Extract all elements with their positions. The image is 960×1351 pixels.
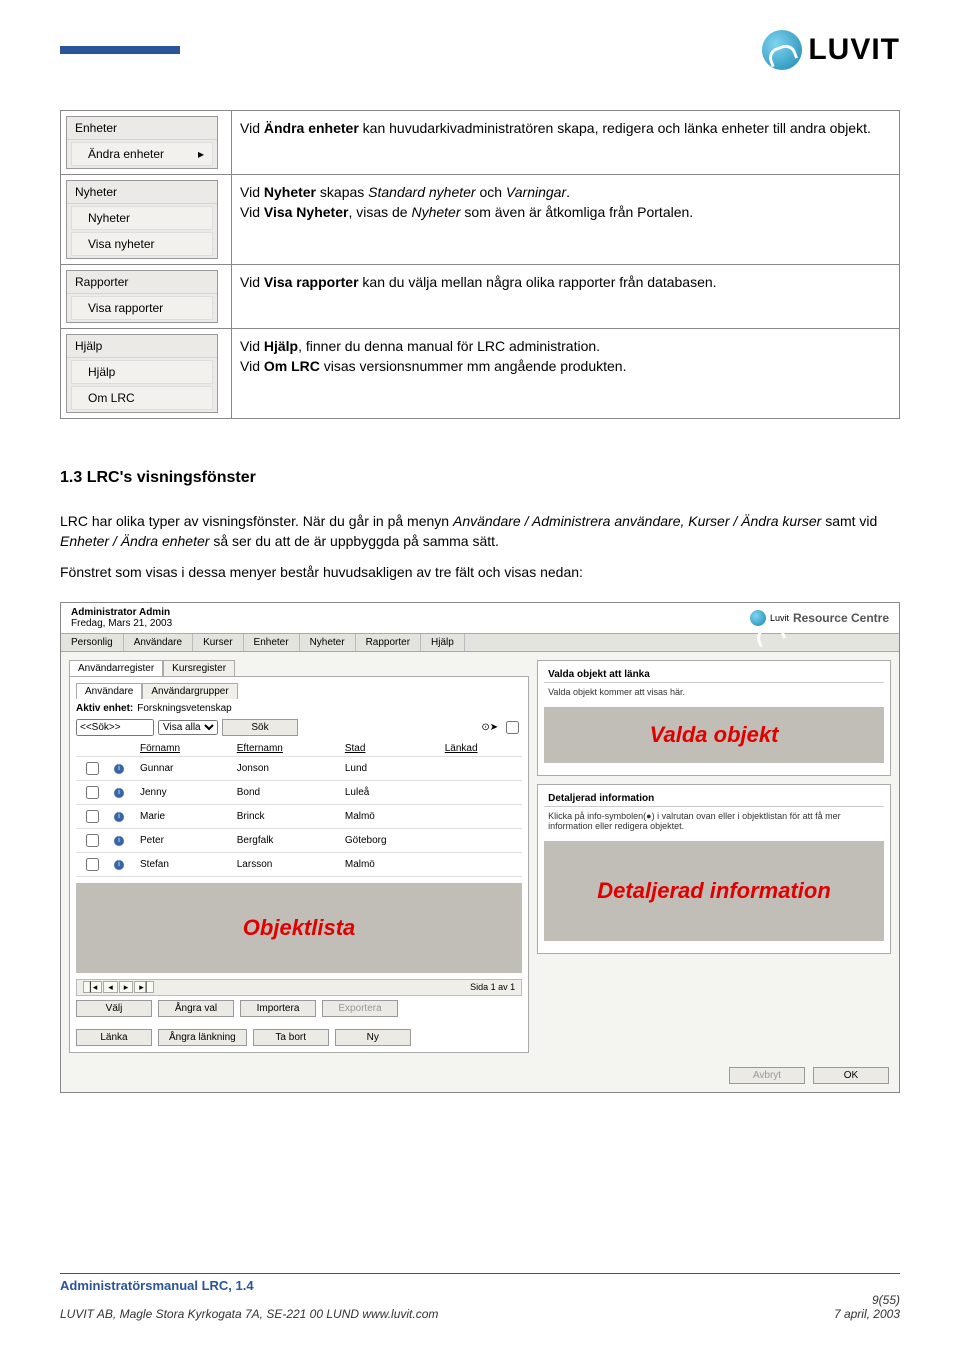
row-checkbox[interactable]	[86, 762, 99, 775]
info-icon[interactable]: i	[114, 812, 124, 822]
menu-description: Vid Nyheter skapas Standard nyheter och …	[232, 175, 900, 265]
paragraph: Fönstret som visas i dessa menyer består…	[60, 562, 900, 582]
menu-description: Vid Ändra enheter kan huvudarkivadminist…	[232, 111, 900, 175]
footer-address: LUVIT AB, Magle Stora Kyrkogata 7A, SE-2…	[60, 1307, 438, 1321]
info-icon[interactable]: i	[114, 836, 124, 846]
top-tab[interactable]: Kurser	[193, 634, 243, 651]
menu-header: Enheter	[67, 117, 217, 140]
info-icon[interactable]: i	[114, 764, 124, 774]
key-icon: ⊙➤	[481, 722, 498, 733]
info-icon[interactable]: i	[114, 788, 124, 798]
chevron-right-icon: ▸	[198, 147, 204, 161]
pager-buttons[interactable]: ⎮◂◂▸▸⎮	[83, 982, 155, 993]
top-tab[interactable]: Användare	[124, 634, 193, 651]
detaljerad-text: Klicka på info-symbolen(●) i valrutan ov…	[544, 807, 884, 835]
menu-header: Hjälp	[67, 335, 217, 358]
paragraph: LRC har olika typer av visningsfönster. …	[60, 511, 900, 552]
valda-objekt-label: Valda objekt	[650, 722, 779, 748]
action-button[interactable]: Ångra länkning	[158, 1029, 247, 1046]
valda-objekt-text: Valda objekt kommer att visas här.	[544, 683, 884, 701]
objektlista-label: Objektlista	[243, 915, 355, 941]
detaljerad-header: Detaljerad information	[544, 791, 884, 807]
logo-text: LUVIT	[808, 33, 900, 67]
table-header[interactable]: Efternamn	[231, 741, 339, 757]
menu-item[interactable]: Visa nyheter	[71, 232, 213, 256]
ok-button[interactable]: OK	[813, 1067, 889, 1084]
top-tab[interactable]: Hjälp	[421, 634, 465, 651]
table-header[interactable]: Stad	[339, 741, 439, 757]
action-button[interactable]: Länka	[76, 1029, 152, 1046]
footer-title: Administratörsmanual LRC, 1.4	[60, 1278, 900, 1293]
top-tab[interactable]: Nyheter	[300, 634, 356, 651]
menu-item[interactable]: Hjälp	[71, 360, 213, 384]
avbryt-button[interactable]: Avbryt	[729, 1067, 805, 1084]
table-row[interactable]: iJennyBondLuleå	[76, 780, 522, 804]
page-footer: Administratörsmanual LRC, 1.4 9(55) LUVI…	[0, 1273, 960, 1351]
menu-item[interactable]: Om LRC	[71, 386, 213, 410]
resource-centre-label: Resource Centre	[793, 611, 889, 625]
admin-name: Administrator Admin	[71, 607, 172, 618]
action-button[interactable]: Importera	[240, 1000, 316, 1017]
top-tab[interactable]: Rapporter	[356, 634, 421, 651]
sok-button[interactable]: Sök	[222, 719, 298, 736]
action-button[interactable]: Välj	[76, 1000, 152, 1017]
row-checkbox[interactable]	[86, 810, 99, 823]
register-tab[interactable]: Användarregister	[69, 660, 163, 676]
menu-item[interactable]: Nyheter	[71, 206, 213, 230]
luvit-logo: LUVIT	[762, 30, 900, 70]
section-heading: 1.3 LRC's visningsfönster	[60, 469, 900, 487]
visa-alla-select[interactable]: Visa alla	[158, 720, 218, 735]
action-button[interactable]: Ny	[335, 1029, 411, 1046]
aktiv-enhet-value: Forskningsvetenskap	[137, 703, 232, 714]
pager-label: Sida 1 av 1	[470, 982, 515, 992]
aktiv-enhet-label: Aktiv enhet:	[76, 703, 133, 714]
globe-icon	[750, 610, 766, 626]
register-tab[interactable]: Kursregister	[163, 660, 235, 676]
valda-objekt-header: Valda objekt att länka	[544, 667, 884, 683]
action-button[interactable]: Exportera	[322, 1000, 398, 1017]
action-button[interactable]: Ta bort	[253, 1029, 329, 1046]
table-row[interactable]: iGunnarJonsonLund	[76, 756, 522, 780]
action-button[interactable]: Ångra val	[158, 1000, 234, 1017]
user-tab[interactable]: Användargrupper	[142, 683, 237, 699]
footer-pages: 9(55)	[872, 1293, 900, 1307]
table-header[interactable]: Länkad	[439, 741, 522, 757]
top-tab[interactable]: Personlig	[61, 634, 124, 651]
menu-description: Vid Visa rapporter kan du välja mellan n…	[232, 265, 900, 329]
user-tab[interactable]: Användare	[76, 683, 142, 699]
table-header[interactable]: Förnamn	[134, 741, 231, 757]
row-checkbox[interactable]	[86, 858, 99, 871]
menu-item[interactable]: Visa rapporter	[71, 296, 213, 320]
body-text: LRC har olika typer av visningsfönster. …	[60, 511, 900, 582]
globe-icon	[762, 30, 802, 70]
detaljerad-label: Detaljerad information	[597, 879, 830, 903]
search-input[interactable]	[76, 719, 154, 736]
top-tab[interactable]: Enheter	[244, 634, 300, 651]
header-accent-line	[60, 46, 180, 54]
row-checkbox[interactable]	[86, 786, 99, 799]
menu-item[interactable]: Ändra enheter▸	[71, 142, 213, 166]
admin-date: Fredag, Mars 21, 2003	[71, 618, 172, 629]
menu-description-table: EnheterÄndra enheter▸ Vid Ändra enheter k…	[60, 110, 900, 419]
menu-header: Rapporter	[67, 271, 217, 294]
filter-checkbox[interactable]	[506, 721, 519, 734]
menu-header: Nyheter	[67, 181, 217, 204]
table-row[interactable]: iStefanLarssonMalmö	[76, 852, 522, 876]
table-row[interactable]: iMarieBrinckMalmö	[76, 804, 522, 828]
user-table: FörnamnEfternamnStadLänkad iGunnarJonson…	[76, 741, 522, 877]
app-screenshot: Administrator Admin Fredag, Mars 21, 200…	[60, 602, 900, 1093]
footer-date: 7 april, 2003	[834, 1307, 900, 1321]
table-row[interactable]: iPeterBergfalkGöteborg	[76, 828, 522, 852]
menu-description: Vid Hjälp, finner du denna manual för LR…	[232, 329, 900, 419]
row-checkbox[interactable]	[86, 834, 99, 847]
info-icon[interactable]: i	[114, 860, 124, 870]
